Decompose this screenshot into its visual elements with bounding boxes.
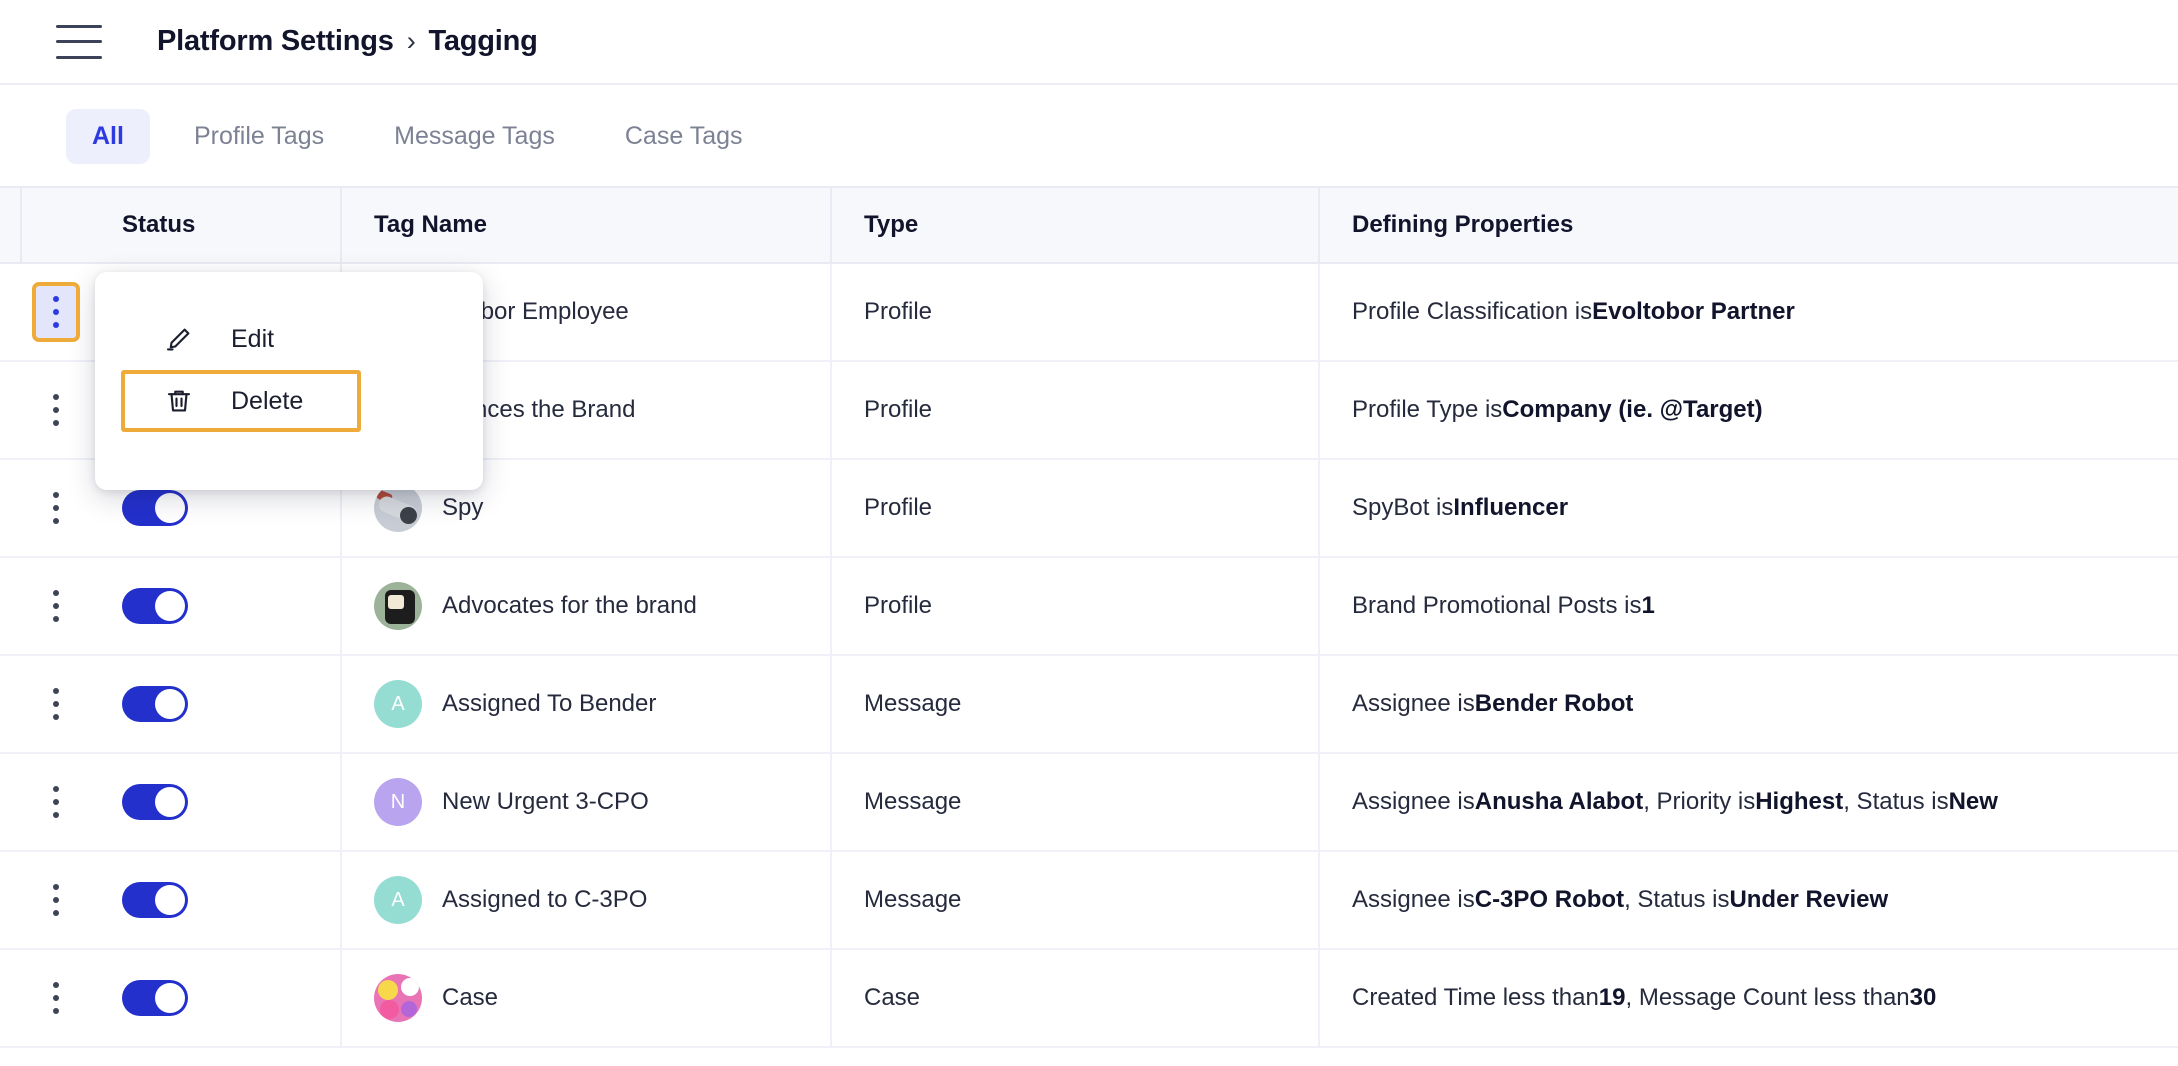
table-row[interactable]: A Assigned to C-3PO Message Assignee is C-3… <box>0 852 2178 950</box>
chevron-right-icon: › <box>406 26 416 56</box>
tab-case-tags[interactable]: Case Tags <box>599 109 769 164</box>
table-row[interactable]: A Assigned To Bender Message Assignee is Be… <box>0 656 2178 754</box>
column-header-actions <box>0 188 22 262</box>
row-actions-kebab-icon[interactable] <box>40 486 72 530</box>
avatar: A <box>374 876 422 924</box>
tag-name-label: New Urgent 3-CPO <box>442 788 649 815</box>
tag-name-cell: Advocates for the brand <box>342 558 832 654</box>
tag-type-cell: Profile <box>832 264 1320 360</box>
row-actions-kebab-icon[interactable] <box>40 780 72 824</box>
row-actions-kebab-icon[interactable] <box>40 976 72 1020</box>
tag-type-cell: Profile <box>832 362 1320 458</box>
table-row[interactable]: Case Case Created Time less than 19, Messa… <box>0 950 2178 1048</box>
tag-name-label: Case <box>442 984 499 1011</box>
tag-type-cell: Message <box>832 656 1320 752</box>
row-actions-kebab-icon[interactable] <box>40 878 72 922</box>
defining-properties-cell: Assignee is Bender Robot <box>1352 690 1634 717</box>
tab-all[interactable]: All <box>66 109 150 164</box>
row-actions-cell <box>0 558 59 654</box>
defining-properties-cell: Assignee is Anusha Alabot, Priority is H… <box>1352 788 1998 815</box>
pencil-icon <box>163 323 195 355</box>
tag-type-cell: Profile <box>832 558 1320 654</box>
tag-name-cell: A Assigned To Bender <box>342 656 832 752</box>
row-actions-cell <box>0 950 59 1046</box>
status-toggle[interactable] <box>122 686 188 722</box>
tag-name-cell: A Assigned to C-3PO <box>342 852 832 948</box>
tab-message-tags[interactable]: Message Tags <box>368 109 581 164</box>
defining-properties-cell: Assignee is C-3PO Robot, Status is Under… <box>1352 886 1889 913</box>
column-header-type: Type <box>832 188 1320 262</box>
row-actions-cell <box>0 852 59 948</box>
status-toggle[interactable] <box>122 980 188 1016</box>
defining-properties-cell: SpyBot is Influencer <box>1352 494 1569 521</box>
row-actions-cell <box>0 656 59 752</box>
row-actions-cell <box>0 264 80 360</box>
avatar: A <box>374 680 422 728</box>
trash-icon <box>163 385 195 417</box>
defining-properties-cell: Brand Promotional Posts is 1 <box>1352 592 1655 619</box>
tag-name-label: Spy <box>442 494 484 521</box>
avatar <box>374 484 422 532</box>
defining-properties-cell: Created Time less than 19, Message Count… <box>1352 984 1937 1011</box>
tab-profile-tags[interactable]: Profile Tags <box>168 109 350 164</box>
menu-item-edit-label: Edit <box>231 324 275 353</box>
table-header-row: Status Tag Name Type Defining Properties <box>0 186 2178 264</box>
tagging-settings-page: Platform Settings › Tagging All Profile … <box>0 0 2178 1066</box>
row-actions-context-menu: Edit Delete <box>95 272 483 490</box>
table-row[interactable]: Advocates for the brand Profile Brand Prom… <box>0 558 2178 656</box>
tag-name-cell: Case <box>342 950 832 1046</box>
menu-item-edit[interactable]: Edit <box>121 308 457 370</box>
avatar <box>374 582 422 630</box>
avatar: N <box>374 778 422 826</box>
breadcrumb-current: Tagging <box>428 25 538 57</box>
tag-type-cell: Message <box>832 754 1320 850</box>
hamburger-icon[interactable] <box>56 24 102 59</box>
row-actions-kebab-icon[interactable] <box>40 388 72 432</box>
column-header-status: Status <box>22 188 342 262</box>
row-actions-kebab-icon[interactable] <box>32 282 80 342</box>
menu-item-delete-label: Delete <box>231 386 304 415</box>
tag-type-cell: Message <box>832 852 1320 948</box>
table-row[interactable]: N New Urgent 3-CPO Message Assignee is Anus… <box>0 754 2178 852</box>
status-toggle[interactable] <box>122 784 188 820</box>
tag-type-cell: Case <box>832 950 1320 1046</box>
column-header-tag-name: Tag Name <box>342 188 832 262</box>
top-bar: Platform Settings › Tagging <box>0 0 2178 85</box>
row-actions-kebab-icon[interactable] <box>40 682 72 726</box>
tag-name-label: Assigned To Bender <box>442 690 657 717</box>
defining-properties-cell: Profile Type is Company (ie. @Target) <box>1352 396 1763 423</box>
row-actions-cell <box>0 460 59 556</box>
avatar <box>374 974 422 1022</box>
tag-name-cell: N New Urgent 3-CPO <box>342 754 832 850</box>
defining-properties-cell: Profile Classification is Evoltobor Part… <box>1352 298 1795 325</box>
breadcrumb: Platform Settings › Tagging <box>157 25 538 58</box>
row-actions-cell <box>0 754 59 850</box>
row-actions-kebab-icon[interactable] <box>40 584 72 628</box>
row-actions-cell <box>0 362 59 458</box>
status-toggle[interactable] <box>122 588 188 624</box>
column-header-defining-properties: Defining Properties <box>1352 211 1574 238</box>
tag-name-label: Assigned to C-3PO <box>442 886 648 913</box>
menu-item-delete[interactable]: Delete <box>121 370 361 432</box>
tag-name-label: Advocates for the brand <box>442 592 697 619</box>
breadcrumb-root[interactable]: Platform Settings <box>157 25 394 58</box>
status-toggle[interactable] <box>122 882 188 918</box>
status-toggle[interactable] <box>122 490 188 526</box>
tag-type-cell: Profile <box>832 460 1320 556</box>
tab-bar: All Profile Tags Message Tags Case Tags <box>0 87 2178 186</box>
